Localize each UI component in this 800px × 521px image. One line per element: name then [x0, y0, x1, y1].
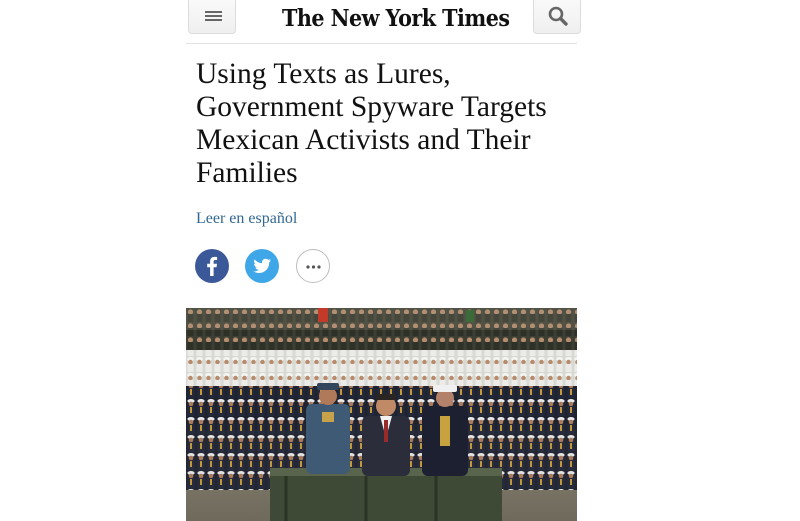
facebook-share-button[interactable] [195, 249, 229, 283]
nyt-logo[interactable]: The New York Times [282, 4, 510, 34]
article-column: The New York Times Using Texts as Lures,… [186, 0, 581, 521]
masthead-bar: The New York Times [186, 0, 581, 44]
menu-button[interactable] [188, 0, 236, 34]
facebook-icon [207, 256, 218, 276]
search-icon [548, 6, 568, 26]
military-parade-photo[interactable] [186, 308, 577, 521]
parade-illustration [186, 308, 577, 521]
more-icon [306, 265, 321, 269]
hamburger-menu-icon [205, 11, 222, 21]
search-button[interactable] [533, 0, 581, 34]
article-headline: Using Texts as Lures, Government Spyware… [196, 58, 547, 189]
twitter-icon [253, 258, 271, 273]
twitter-share-button[interactable] [245, 249, 279, 283]
more-share-button[interactable] [296, 249, 330, 283]
spanish-version-link[interactable]: Leer en español [196, 210, 297, 228]
